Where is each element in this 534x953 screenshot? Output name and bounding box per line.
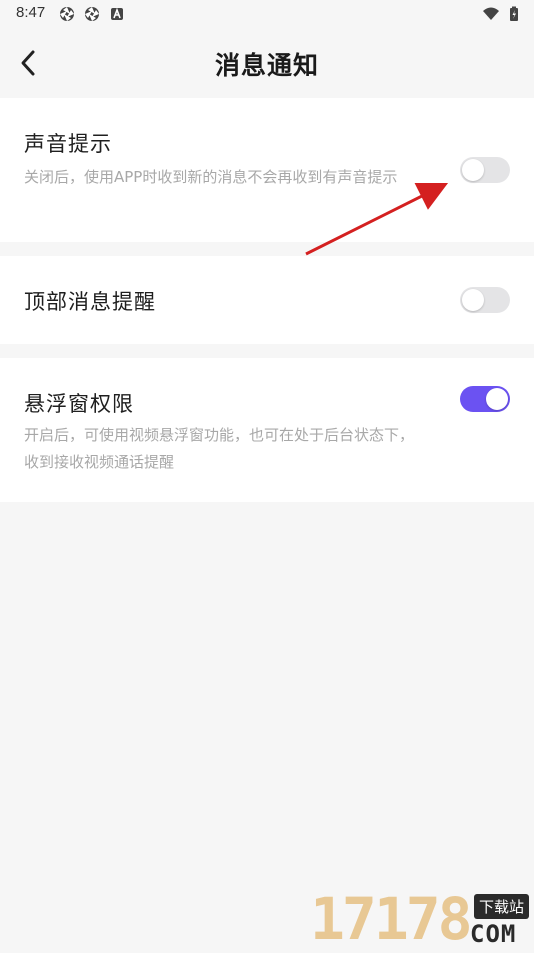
watermark-suffix: COM (470, 920, 517, 948)
watermark-digits: 17178 (310, 885, 473, 953)
annotation-arrow (305, 182, 449, 256)
watermark: 17178 下载站 COM (310, 888, 534, 950)
watermark-tag: 下载站 (474, 894, 530, 919)
